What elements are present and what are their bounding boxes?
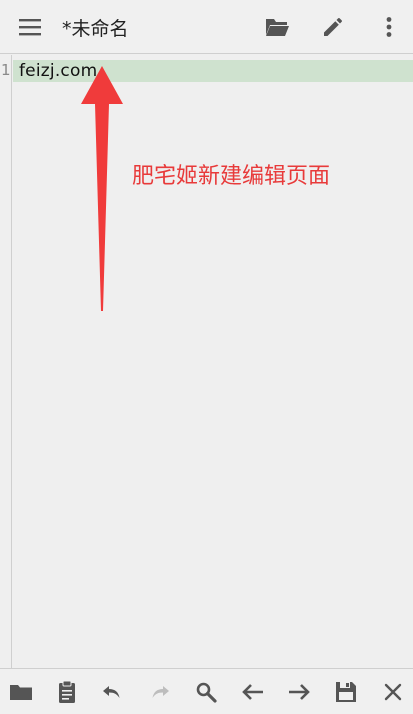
folder-open-icon[interactable]: [260, 10, 294, 44]
pencil-icon[interactable]: [316, 10, 350, 44]
editor-app: *未命名 1 feizj.com 肥宅姬新建编辑页面: [0, 0, 413, 714]
hamburger-menu-icon[interactable]: [13, 10, 47, 44]
more-vertical-icon[interactable]: [372, 10, 406, 44]
text-editor[interactable]: 1 feizj.com: [0, 55, 413, 668]
annotation-label: 肥宅姬新建编辑页面: [132, 164, 331, 189]
save-icon[interactable]: [333, 679, 359, 705]
arrow-left-icon[interactable]: [240, 679, 266, 705]
clipboard-icon[interactable]: [54, 679, 80, 705]
search-icon[interactable]: [193, 679, 219, 705]
document-title: *未命名: [62, 18, 129, 40]
bottom-toolbar: [0, 668, 413, 714]
line-number: 1: [1, 61, 11, 79]
annotation-arrow: [81, 66, 123, 311]
folder-icon[interactable]: [8, 679, 34, 705]
redo-icon: [146, 679, 172, 705]
top-app-bar: *未命名: [0, 0, 413, 54]
undo-icon[interactable]: [100, 679, 126, 705]
arrow-right-icon[interactable]: [286, 679, 312, 705]
line-number-gutter: 1: [0, 55, 12, 668]
close-icon[interactable]: [380, 679, 406, 705]
